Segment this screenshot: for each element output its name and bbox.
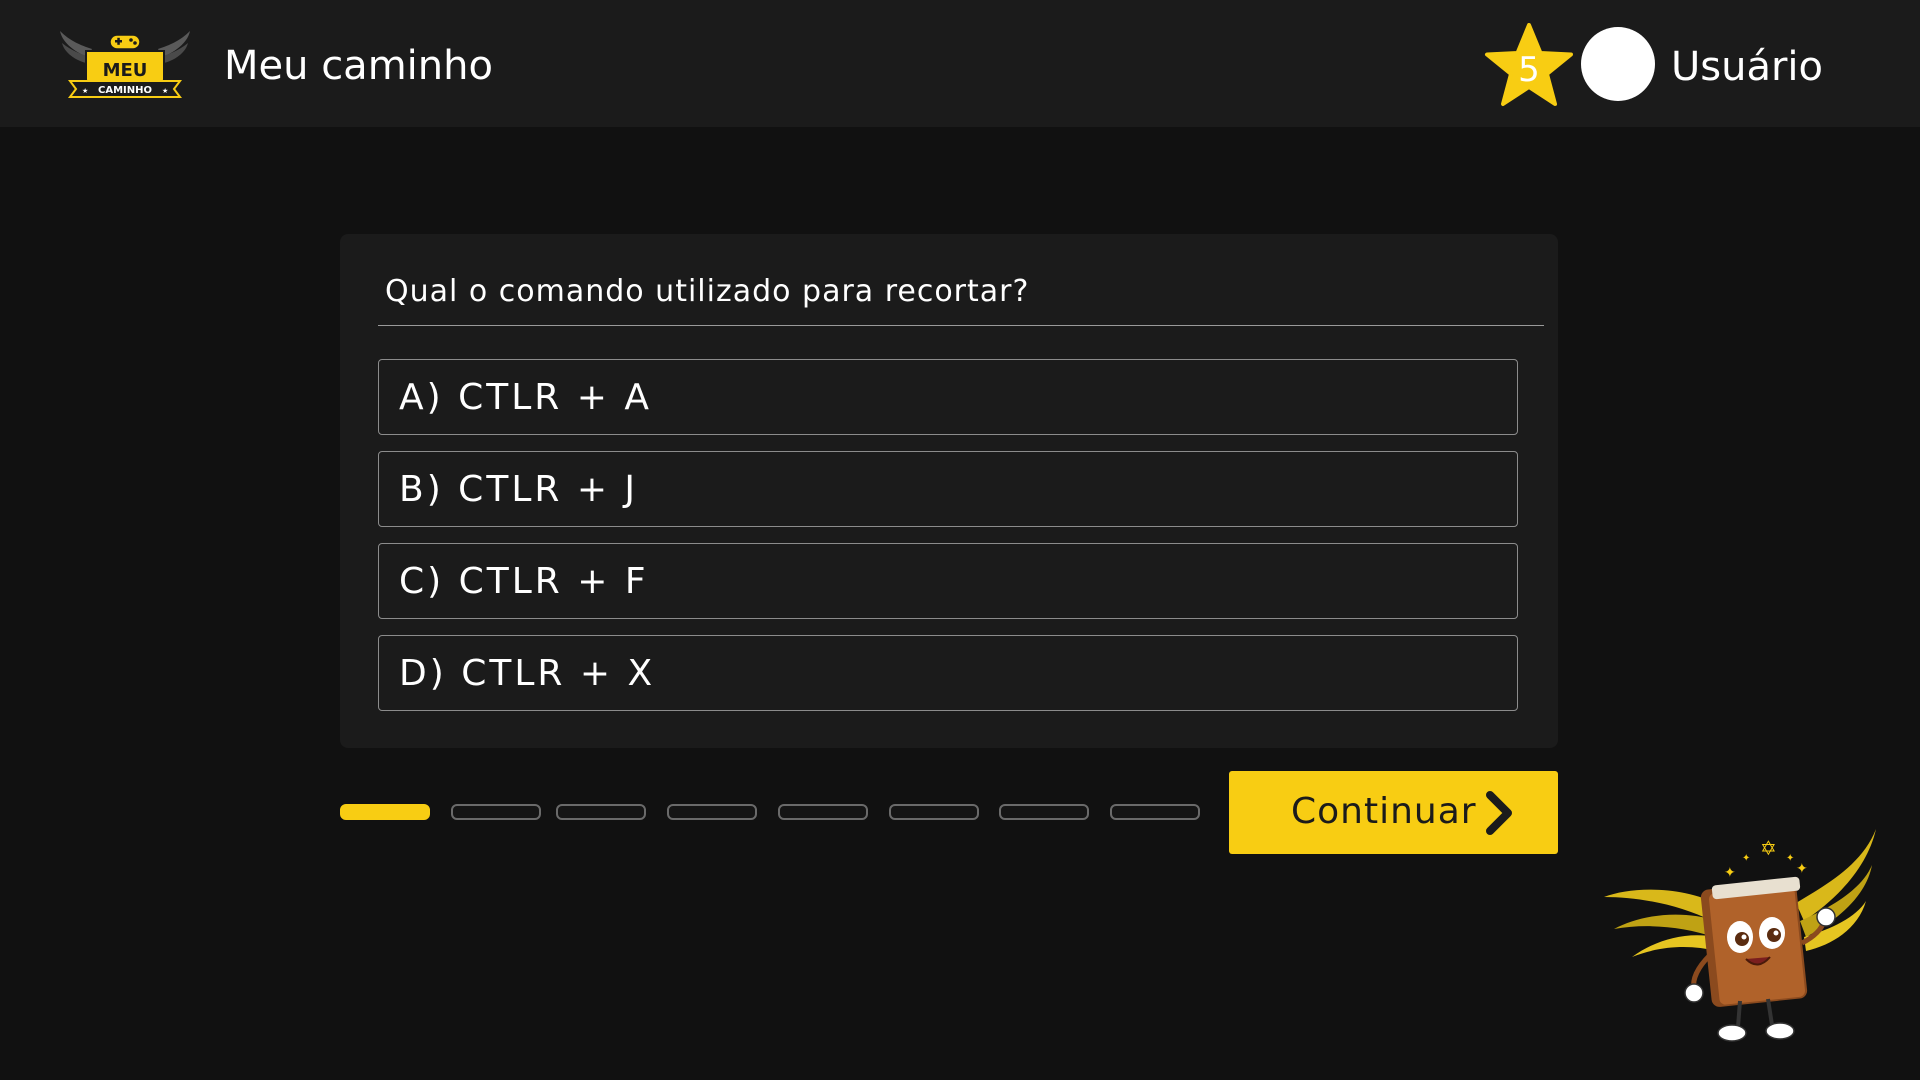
answer-option-c[interactable]: C) CTLR + F <box>378 543 1518 619</box>
progress-step <box>1110 804 1200 820</box>
username[interactable]: Usuário <box>1671 41 1823 93</box>
progress-step <box>999 804 1089 820</box>
progress-step <box>778 804 868 820</box>
angel-book-mascot: ✦ ✦ ✡ ✦ ✦ <box>1604 829 1876 1042</box>
question-text: Qual o comando utilizado para recortar? <box>385 274 1030 309</box>
meu-caminho-logo[interactable]: MEU CAMINHO ★ ★ <box>58 27 192 107</box>
answer-option-label: D) CTLR + X <box>399 653 656 694</box>
svg-text:★: ★ <box>162 87 168 95</box>
question-divider <box>378 325 1544 326</box>
progress-step <box>451 804 541 820</box>
svg-text:✦: ✦ <box>1724 865 1736 881</box>
answer-option-d[interactable]: D) CTLR + X <box>378 635 1518 711</box>
progress-step <box>556 804 646 820</box>
points-star-icon: 5 <box>1485 23 1573 106</box>
quiz-card: Qual o comando utilizado para recortar? … <box>340 234 1558 748</box>
answer-option-a[interactable]: A) CTLR + A <box>378 359 1518 435</box>
svg-text:✦: ✦ <box>1742 853 1750 864</box>
answer-option-b[interactable]: B) CTLR + J <box>378 451 1518 527</box>
answer-option-label: A) CTLR + A <box>399 377 652 418</box>
continue-label: Continuar <box>1291 791 1477 832</box>
app-title: Meu caminho <box>224 43 493 89</box>
top-bar: MEU CAMINHO ★ ★ Meu caminho 5 Usuário <box>0 0 1920 127</box>
svg-text:MEU: MEU <box>103 60 148 81</box>
answer-option-label: B) CTLR + J <box>399 469 639 510</box>
avatar[interactable] <box>1581 27 1655 101</box>
progress-step <box>889 804 979 820</box>
svg-text:✦: ✦ <box>1796 861 1808 877</box>
svg-text:★: ★ <box>82 87 88 95</box>
continue-button[interactable]: Continuar <box>1229 771 1558 854</box>
svg-text:✡: ✡ <box>1760 836 1777 860</box>
progress-step <box>667 804 757 820</box>
svg-text:CAMINHO: CAMINHO <box>98 85 152 96</box>
points-count: 5 <box>1518 50 1540 90</box>
svg-text:✦: ✦ <box>1786 853 1794 864</box>
chevron-right-icon <box>1486 791 1512 835</box>
answer-option-label: C) CTLR + F <box>399 561 649 602</box>
progress-step <box>340 804 430 820</box>
